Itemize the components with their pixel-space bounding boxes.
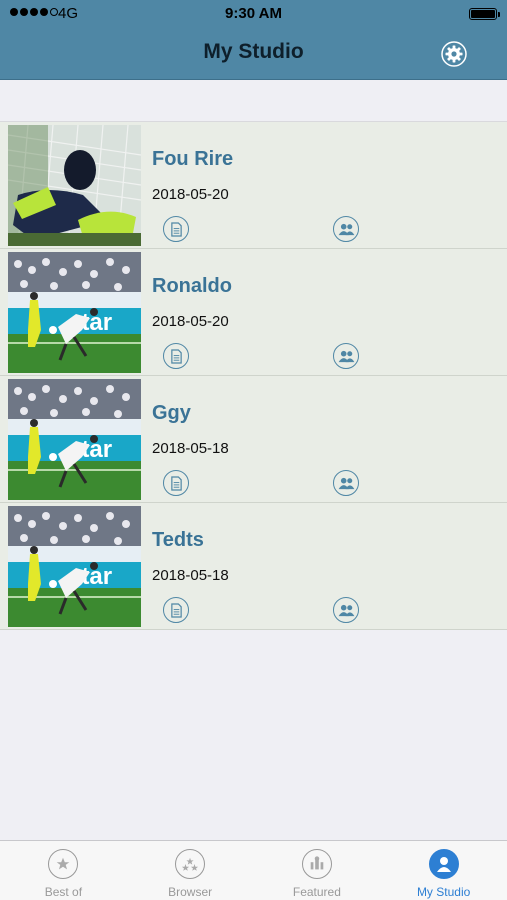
document-icon[interactable] <box>163 343 189 369</box>
status-bar: 4G 9:30 AM <box>0 0 507 28</box>
nav-header: 4G 9:30 AM My Studio <box>0 0 507 80</box>
studio-item[interactable]: Fou Rire 2018-05-20 <box>0 122 507 249</box>
video-thumbnail[interactable] <box>8 125 141 246</box>
group-icon[interactable] <box>333 216 359 242</box>
tab-label: Best of <box>44 885 83 899</box>
battery-icon <box>469 8 500 20</box>
document-icon[interactable] <box>163 597 189 623</box>
featured-icon <box>301 849 332 879</box>
tab-label: My Studio <box>416 885 471 899</box>
item-date: 2018-05-18 <box>152 567 229 584</box>
studio-list: Fou Rire 2018-05-20 star Ronaldo 2018-05… <box>0 122 507 630</box>
document-icon[interactable] <box>163 470 189 496</box>
item-title: Ggy <box>152 402 191 424</box>
browser-icon <box>175 849 206 879</box>
item-title: Fou Rire <box>152 148 234 170</box>
tab-browser[interactable]: Browser <box>127 841 254 900</box>
group-icon[interactable] <box>333 597 359 623</box>
video-thumbnail[interactable]: star <box>8 252 141 373</box>
video-thumbnail[interactable]: star <box>8 379 141 500</box>
page-title: My Studio <box>203 40 304 63</box>
tab-my-studio[interactable]: My Studio <box>380 841 507 900</box>
item-date: 2018-05-18 <box>152 440 229 457</box>
my-studio-icon <box>428 849 459 879</box>
item-title: Tedts <box>152 529 204 551</box>
tab-featured[interactable]: Featured <box>254 841 381 900</box>
tab-bar: Best of Browser Featured My Studio <box>0 840 507 900</box>
studio-item[interactable]: star Ronaldo 2018-05-20 <box>0 249 507 376</box>
status-time: 9:30 AM <box>225 5 282 22</box>
best-of-icon <box>48 849 79 879</box>
group-icon[interactable] <box>333 343 359 369</box>
tab-label: Browser <box>168 885 213 899</box>
document-icon[interactable] <box>163 216 189 242</box>
studio-item[interactable]: star Ggy 2018-05-18 <box>0 376 507 503</box>
video-thumbnail[interactable]: star <box>8 506 141 627</box>
list-top-spacer <box>0 80 507 122</box>
item-date: 2018-05-20 <box>152 186 229 203</box>
tab-best-of[interactable]: Best of <box>0 841 127 900</box>
tab-label: Featured <box>292 885 341 899</box>
studio-item[interactable]: star Tedts 2018-05-18 <box>0 503 507 630</box>
gear-icon[interactable] <box>441 41 467 67</box>
item-title: Ronaldo <box>152 275 232 297</box>
group-icon[interactable] <box>333 470 359 496</box>
item-date: 2018-05-20 <box>152 313 229 330</box>
